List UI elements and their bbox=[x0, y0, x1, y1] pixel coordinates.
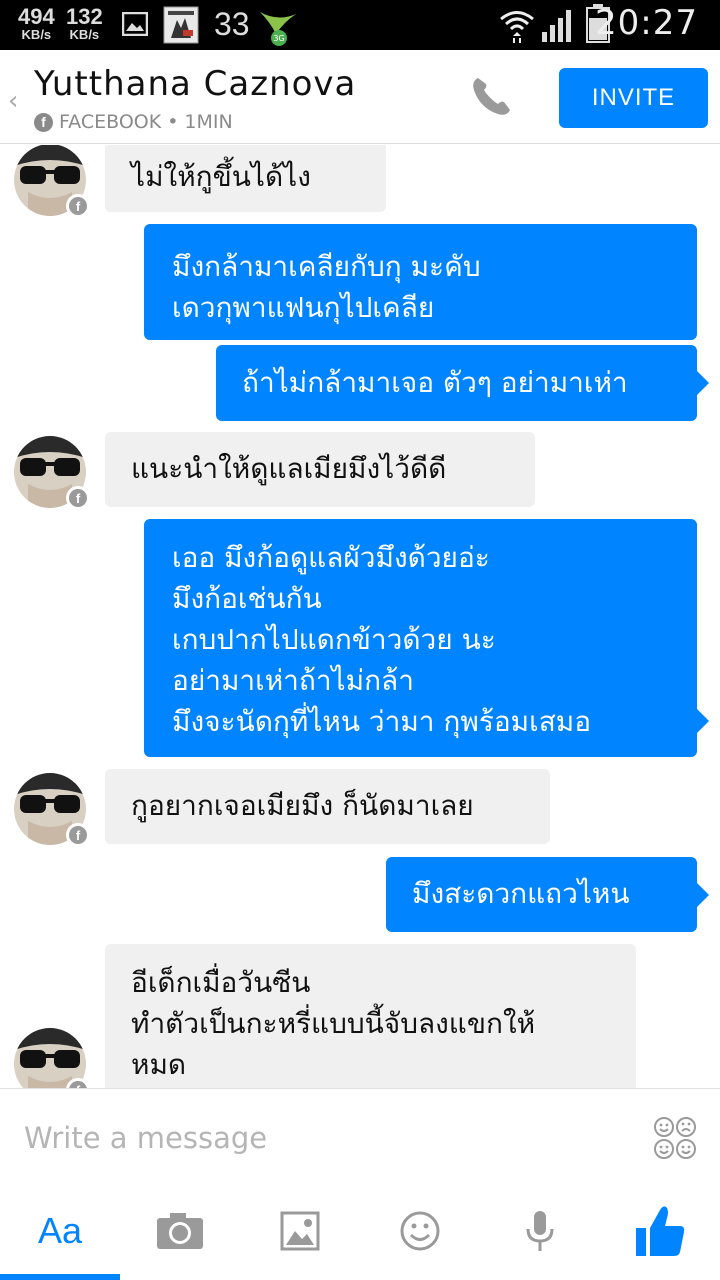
camera-button[interactable] bbox=[120, 1188, 240, 1274]
wifi-icon bbox=[500, 11, 534, 43]
text-tool-button[interactable]: Aa bbox=[0, 1188, 120, 1274]
message-text: เออ มึงก้อดูแลผัวมึงด้วยอ่ะ bbox=[172, 541, 490, 574]
message-text: เดวกุพาแฟนกุไปเคลีย bbox=[172, 291, 435, 324]
microphone-icon bbox=[526, 1211, 554, 1251]
message-text: แนะนำให้ดูแลเมียมึงไว้ดีดี bbox=[131, 452, 447, 485]
sticker-faces-icon[interactable] bbox=[652, 1115, 698, 1161]
download-speed: 494 KB/s bbox=[18, 6, 55, 42]
camera-icon bbox=[157, 1213, 203, 1249]
message-text: ถ้าไม่กล้ามาเจอ ตัวๆ อย่ามาเห่า bbox=[242, 366, 628, 399]
network-3g-icon: 3G bbox=[260, 12, 296, 46]
message-text: มึงก้อเช่นกัน bbox=[172, 582, 322, 615]
source-label: FACEBOOK bbox=[59, 111, 162, 133]
signal-strength-icon bbox=[542, 10, 571, 42]
text-tool-label: Aa bbox=[37, 1210, 83, 1251]
back-chevron-icon[interactable]: ‹ bbox=[8, 86, 18, 116]
message-bubble-outgoing[interactable]: มึงสะดวกแถวไหน bbox=[386, 857, 697, 932]
contact-avatar[interactable]: f bbox=[14, 436, 90, 510]
gallery-icon bbox=[280, 1211, 320, 1251]
emoji-icon bbox=[400, 1211, 440, 1251]
voice-button[interactable] bbox=[480, 1188, 600, 1274]
active-tool-indicator bbox=[0, 1274, 120, 1280]
upload-speed: 132 KB/s bbox=[66, 6, 103, 42]
conversation-header: ‹ Yutthana Caznova f FACEBOOK • 1MIN INV… bbox=[0, 50, 720, 144]
upload-speed-value: 132 bbox=[66, 4, 103, 29]
message-input[interactable] bbox=[24, 1113, 624, 1163]
like-thumb-icon bbox=[636, 1206, 685, 1256]
message-text: หมด bbox=[131, 1048, 187, 1081]
image-notification-icon bbox=[122, 12, 148, 36]
like-button[interactable] bbox=[600, 1188, 720, 1274]
facebook-badge-icon: f bbox=[66, 486, 90, 510]
contact-avatar[interactable]: f bbox=[14, 1028, 90, 1088]
notification-count: 33 bbox=[214, 6, 250, 42]
upload-speed-unit: KB/s bbox=[69, 27, 100, 42]
message-bubble-incoming[interactable]: แนะนำให้ดูแลเมียมึงไว้ดีดี bbox=[105, 432, 535, 507]
invite-button[interactable]: INVITE bbox=[559, 68, 708, 128]
message-text: ทำตัวเป็นกะหรี่แบบนี้จับลงแขกให้ bbox=[131, 1007, 536, 1040]
message-bubble-outgoing[interactable]: เออ มึงก้อดูแลผัวมึงด้วยอ่ะ มึงก้อเช่นกั… bbox=[144, 519, 697, 757]
message-list[interactable]: f ไม่ให้กูขึ้นได้ไง มึงกล้ามาเคลียกับกุ … bbox=[0, 145, 720, 1088]
gallery-button[interactable] bbox=[240, 1188, 360, 1274]
message-text: มึงจะนัดกุที่ไหน ว่ามา กุพร้อมเสมอ bbox=[172, 705, 592, 738]
contact-avatar[interactable]: f bbox=[14, 773, 90, 847]
bubble-tail bbox=[697, 709, 709, 733]
message-bubble-incoming[interactable]: กูอยากเจอเมียมึง ก็นัดมาเลย bbox=[105, 769, 550, 844]
message-text: อย่ามาเห่าถ้าไม่กล้า bbox=[172, 664, 414, 697]
message-bubble-incoming[interactable]: อีเด็กเมื่อวันซีน ทำตัวเป็นกะหรี่แบบนี้จ… bbox=[105, 944, 636, 1088]
message-text: มึงสะดวกแถวไหน bbox=[412, 877, 630, 910]
contact-name[interactable]: Yutthana Caznova bbox=[34, 64, 356, 104]
download-speed-value: 494 bbox=[18, 4, 55, 29]
message-text: มึงกล้ามาเคลียกับกุ มะคับ bbox=[172, 250, 481, 283]
message-bubble-outgoing[interactable]: มึงกล้ามาเคลียกับกุ มะคับ เดวกุพาแฟนกุไป… bbox=[144, 224, 697, 340]
last-active-label: 1MIN bbox=[184, 111, 233, 133]
message-bubble-incoming[interactable]: ไม่ให้กูขึ้นได้ไง bbox=[105, 145, 386, 212]
composer-toolbar: Aa bbox=[0, 1188, 720, 1280]
facebook-badge-icon: f bbox=[66, 823, 90, 847]
separator-dot: • bbox=[167, 111, 179, 133]
contact-avatar[interactable]: f bbox=[14, 145, 90, 218]
app-notification-icon bbox=[163, 6, 199, 44]
emoji-button[interactable] bbox=[360, 1188, 480, 1274]
network-label: 3G bbox=[273, 34, 284, 43]
facebook-badge-icon: f bbox=[66, 194, 90, 218]
facebook-icon: f bbox=[34, 112, 53, 132]
phone-icon[interactable] bbox=[468, 74, 514, 120]
message-text: เกบปากไปแดกข้าวด้วย นะ bbox=[172, 623, 496, 656]
message-text: ไม่ให้กูขึ้นได้ไง bbox=[131, 160, 311, 193]
clock: 20:27 bbox=[595, 3, 698, 43]
message-text: อีเด็กเมื่อวันซีน bbox=[131, 966, 311, 999]
bubble-tail bbox=[697, 371, 709, 395]
download-speed-unit: KB/s bbox=[21, 27, 52, 42]
bubble-tail bbox=[697, 883, 709, 907]
contact-subtitle: f FACEBOOK • 1MIN bbox=[34, 110, 233, 134]
message-composer bbox=[0, 1088, 720, 1188]
message-bubble-outgoing[interactable]: ถ้าไม่กล้ามาเจอ ตัวๆ อย่ามาเห่า bbox=[216, 345, 697, 421]
message-text: กูอยากเจอเมียมึง ก็นัดมาเลย bbox=[131, 789, 474, 822]
status-bar: 494 KB/s 132 KB/s 33 3G 20:27 bbox=[0, 0, 720, 50]
